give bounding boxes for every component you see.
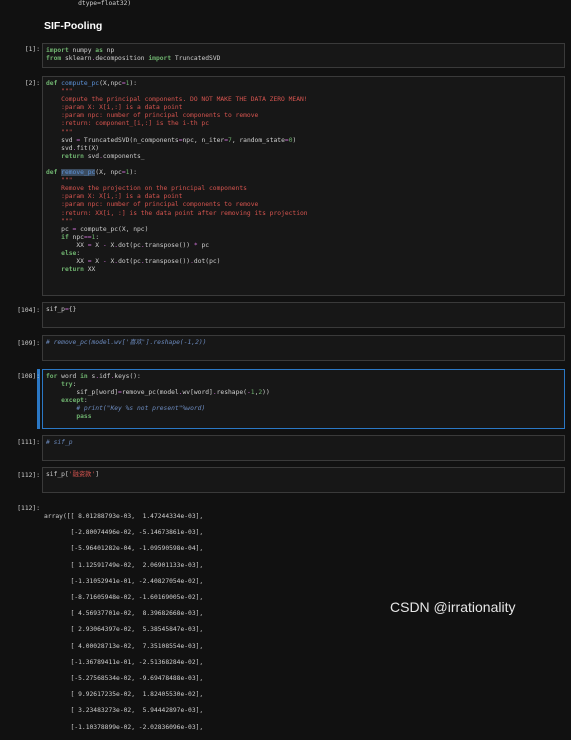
output-line: [-1.31052941e-01, -2.40827054e-02], [44, 577, 204, 585]
output-line: [-1.36789411e-01, -2.51368284e-02], [44, 658, 204, 666]
output-line: [-1.10378899e-02, -2.02836096e-03], [44, 723, 204, 731]
cell-prompt: [1]: [24, 46, 40, 53]
watermark: CSDN @irrationality [390, 599, 516, 615]
output-line: [ 9.92617235e-02, 1.82405530e-02], [44, 691, 204, 699]
code-cell[interactable]: import numpy as np from sklearn.decompos… [42, 43, 565, 68]
output-line: [-2.80074496e-02, -5.14673861e-03], [44, 529, 204, 537]
output-line: [ 3.23483273e-02, 5.94442897e-03], [44, 707, 204, 715]
output-prompt: [112]: [17, 505, 40, 512]
previous-output: dtype=float32) [44, 0, 132, 7]
cell-prompt: [109]: [17, 340, 40, 347]
output-line: [-8.71605948e-02, -1.60169005e-02], [44, 594, 204, 602]
code-line: import numpy as np [46, 47, 115, 54]
code-cell[interactable]: # remove_pc(model.wv['喜欢'].reshape(-1,2)… [42, 335, 565, 361]
output-line: [ 4.00028713e-02, 7.35108554e-03], [44, 642, 204, 650]
code-cell[interactable]: sif_p['融资款'] [42, 467, 565, 493]
output-line: array([[ 8.01288793e-03, 1.47244334e-03]… [44, 513, 204, 521]
code-line: from sklearn.decomposition import Trunca… [46, 55, 221, 63]
output-line: [ 1.12591749e-02, 2.06901133e-03], [44, 561, 204, 569]
code-cell[interactable]: def compute_pc(X,npc=1): """ Compute the… [42, 76, 565, 296]
cell-prompt: [111]: [17, 439, 40, 446]
cell-prompt: [2]: [24, 80, 40, 87]
output-line: [-5.96401282e-04, -1.09590598e-04], [44, 545, 204, 553]
output-line: [ 4.56937701e-02, 8.39682668e-03], [44, 610, 204, 618]
code-cell[interactable]: # sif_p [42, 435, 565, 461]
code-cell[interactable]: sif_p={} [42, 302, 565, 328]
cell-prompt: [108]: [17, 373, 40, 380]
section-heading: SIF-Pooling [44, 20, 103, 32]
code-cell-active[interactable]: for word in s.idf.keys(): try: sif_p[wor… [42, 369, 565, 429]
cell-prompt: [112]: [17, 472, 40, 479]
cell-output: array([[ 8.01288793e-03, 1.47244334e-03]… [44, 505, 203, 740]
output-line: [-5.27568534e-02, -9.69478488e-03], [44, 674, 204, 682]
cell-prompt: [104]: [17, 307, 40, 314]
